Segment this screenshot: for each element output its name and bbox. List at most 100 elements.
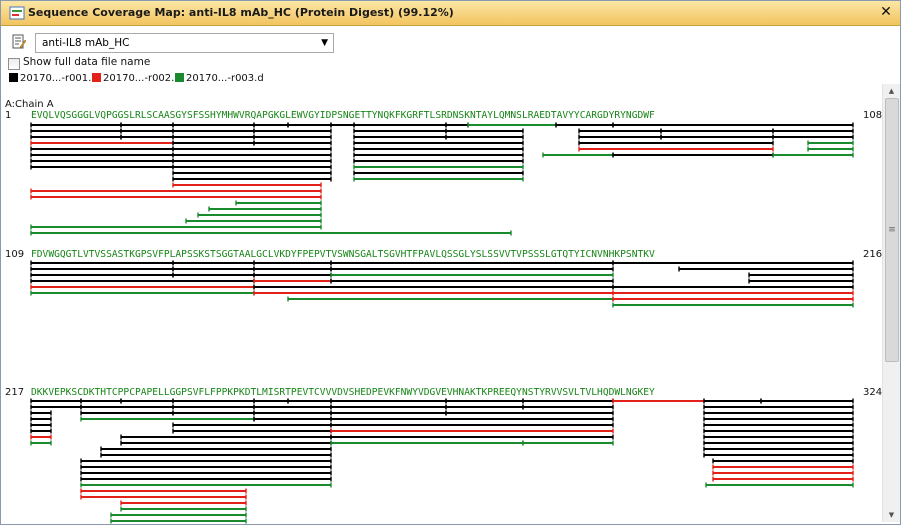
peptide-bar [555, 122, 614, 128]
peptide-bar [120, 122, 174, 128]
peptide-bar [30, 122, 122, 128]
peptide-bar [287, 398, 332, 404]
peptide-bar [30, 284, 255, 290]
peptide-bar [30, 440, 52, 446]
peptide-bar [172, 182, 322, 188]
peptide-bar [712, 476, 854, 482]
peptide-bar [703, 446, 854, 452]
peptide-bar [772, 134, 854, 140]
peptide-bar [330, 416, 614, 422]
peptide-bar [330, 260, 614, 266]
peptide-bar [703, 416, 854, 422]
coverage-map-window: Sequence Coverage Map: anti-IL8 mAb_HC (… [0, 0, 901, 525]
vertical-scrollbar[interactable]: ▲ ≡ ▼ [882, 84, 900, 522]
scroll-up-icon[interactable]: ▲ [883, 84, 900, 98]
peptide-bar [748, 272, 854, 278]
peptide-bar [353, 128, 447, 134]
peptide-bar [120, 506, 247, 512]
peptide-bar [445, 128, 524, 134]
peptide-bar [712, 458, 854, 464]
peptide-bar [172, 152, 332, 158]
peptide-bar [703, 428, 854, 434]
peptide-bar [172, 410, 255, 416]
peptide-bar [445, 122, 469, 128]
peptide-bar [253, 134, 332, 140]
scroll-down-icon[interactable]: ▼ [883, 508, 900, 522]
close-button[interactable]: ✕ [879, 4, 893, 20]
peptide-bar [172, 272, 255, 278]
peptide-bar [353, 152, 524, 158]
peptide-bar [807, 146, 854, 152]
peptide-bar [120, 128, 174, 134]
peptide-bar [80, 410, 174, 416]
peptide-bar [110, 512, 247, 518]
peptide-bar [703, 398, 762, 404]
peptide-bar [445, 410, 614, 416]
peptide-bar [30, 428, 52, 434]
peptide-bar [253, 410, 332, 416]
peptide-bar [253, 398, 289, 404]
peptide-bar [748, 278, 854, 284]
peptide-bar [330, 278, 614, 284]
peptide-bar [30, 146, 174, 152]
peptide-bar [253, 278, 332, 284]
peptide-bar [30, 164, 174, 170]
peptide-bar [172, 398, 255, 404]
peptide-bar [712, 470, 854, 476]
peptide-bar [330, 428, 614, 434]
peptide-bar [578, 128, 662, 134]
peptide-bar [30, 272, 174, 278]
peptide-bar [80, 398, 122, 404]
peptide-bar [30, 290, 255, 296]
peptide-bar [172, 158, 332, 164]
peptide-bar [522, 398, 614, 404]
peptide-bar [172, 266, 255, 272]
grip-icon: ≡ [888, 225, 896, 235]
peptide-bar [760, 398, 854, 404]
peptide-bar [253, 290, 614, 296]
peptide-bar [208, 206, 322, 212]
peptide-bar [253, 140, 332, 146]
peptide-bar [703, 422, 854, 428]
peptide-bar [100, 452, 332, 458]
peptide-bar [30, 188, 322, 194]
peptide-bar [578, 146, 774, 152]
peptide-bar [612, 284, 854, 290]
peptide-bar [197, 212, 322, 218]
peptide-bar [80, 476, 332, 482]
peptide-bar [330, 434, 614, 440]
peptide-bar [253, 404, 332, 410]
peptide-bar [253, 260, 332, 266]
peptide-bar [353, 176, 524, 182]
peptide-bar [353, 170, 524, 176]
peptide-bar [330, 422, 614, 428]
peptide-bar [353, 140, 524, 146]
peptide-bar [80, 470, 332, 476]
peptide-bar [660, 128, 774, 134]
peptide-bar [578, 140, 774, 146]
peptide-bar [30, 260, 174, 266]
peptide-bar [712, 464, 854, 470]
peptide-bar [185, 218, 322, 224]
peptide-bar [612, 302, 854, 308]
peptide-bar [172, 176, 332, 182]
peptide-bar [330, 398, 447, 404]
peptide-bar [660, 134, 774, 140]
peptide-bar [80, 482, 332, 488]
peptide-bar [172, 134, 255, 140]
peptide-bar [172, 422, 332, 428]
peptide-bar [253, 272, 332, 278]
peptide-bar [253, 416, 332, 422]
peptide-bar [612, 296, 854, 302]
peptide-bar [172, 128, 255, 134]
peptide-bar [253, 266, 332, 272]
peptide-bar [287, 122, 332, 128]
peptide-bar [30, 434, 52, 440]
peptide-bar [522, 440, 614, 446]
peptide-bar [287, 296, 614, 302]
peptide-bar [703, 440, 854, 446]
peptide-bar [80, 464, 332, 470]
peptide-bar [172, 404, 255, 410]
peptide-bar [30, 134, 122, 140]
scrollbar-thumb[interactable]: ≡ [885, 98, 899, 362]
